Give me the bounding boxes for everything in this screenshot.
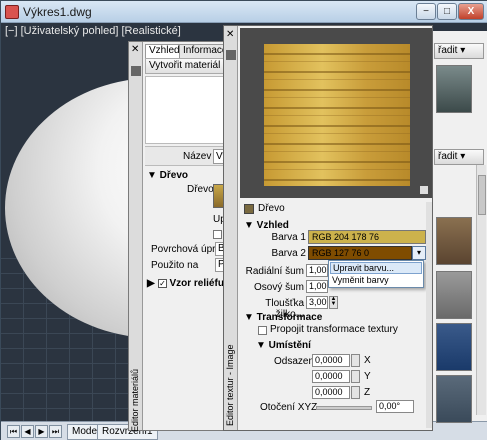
section-placement[interactable]: ▼ Umístění <box>256 340 311 351</box>
resize-grip-icon[interactable] <box>420 186 428 194</box>
close-button[interactable]: X <box>458 3 484 20</box>
material-thumbnail[interactable] <box>436 323 472 371</box>
offset-z-input[interactable]: 0,0000 <box>312 386 350 399</box>
material-browser-panel: řadit ▾ řadit ▾ <box>431 31 487 423</box>
previous-layout-button[interactable]: ◀ <box>21 425 34 438</box>
radial-noise-input[interactable]: 1,00 <box>306 264 328 277</box>
color1-field[interactable]: RGB 204 178 76 <box>308 230 426 244</box>
radial-noise-label: Radiální šum <box>245 266 304 277</box>
stepper-icon[interactable]: ▲ ▼ <box>329 296 338 309</box>
material-thumbnail[interactable] <box>436 271 472 319</box>
rotation-slider[interactable] <box>316 406 372 410</box>
title-bar: Výkres1.dwg − □ X <box>1 1 487 23</box>
section-transform[interactable]: ▼ Transformace <box>244 312 322 323</box>
panel-title: Editor textur - Image <box>225 344 235 426</box>
app-icon <box>5 5 19 19</box>
maximize-button[interactable]: □ <box>437 3 457 20</box>
last-layout-button[interactable]: ⏭ <box>49 425 62 438</box>
material-editor-panel: ✕ Editor materiálů Vzhled Informace Vytv… <box>128 41 238 432</box>
panel-sidebar: ✕ Editor textur - Image <box>224 26 238 430</box>
material-thumbnail[interactable] <box>436 65 472 113</box>
relief-label: Vzor reliéfu <box>169 278 224 289</box>
axis-z-label: Z <box>364 387 371 398</box>
axis-x-label: X <box>364 355 371 366</box>
rotation-label: Otočení XYZ <box>260 402 318 413</box>
next-layout-button[interactable]: ▶ <box>35 425 48 438</box>
stepper-icon[interactable] <box>351 370 360 383</box>
menu-item-swap-colors[interactable]: Vyměnit barvy <box>330 275 422 287</box>
section-wood[interactable]: ▼ Dřevo <box>147 170 188 181</box>
panel-sidebar: ✕ Editor materiálů <box>129 42 143 432</box>
name-label: Název <box>183 151 212 162</box>
library-sort-dropdown[interactable]: řadit ▾ <box>434 149 484 165</box>
properties-icon[interactable] <box>131 66 141 76</box>
browser-scrollbar[interactable] <box>476 165 486 415</box>
surface-label: Povrchová úpr... <box>151 244 224 255</box>
chevron-down-icon[interactable]: ▾ <box>412 246 426 260</box>
main-window: Výkres1.dwg − □ X [−] [Uživatelský pohle… <box>0 0 487 440</box>
close-icon[interactable]: ✕ <box>226 29 234 40</box>
axis-y-label: Y <box>364 371 371 382</box>
wood-label: Dřevo <box>187 184 214 195</box>
viewport-label[interactable]: [−] [Uživatelský pohled] [Realistické] <box>5 25 181 37</box>
color2-label: Barva 2 <box>271 248 306 259</box>
texture-name: Dřevo <box>258 203 285 214</box>
tab-appearance[interactable]: Vzhled <box>145 44 184 58</box>
stepper-icon[interactable] <box>351 386 360 399</box>
grain-thickness-input[interactable]: 3,00 <box>306 296 328 309</box>
panel-scrollbar[interactable] <box>426 202 432 428</box>
texture-editor-panel: ✕ Editor textur - Image Dřevo ▼ Vzhled B… <box>223 25 433 431</box>
offset-x-input[interactable]: 0,0000 <box>312 354 350 367</box>
option-checkbox[interactable] <box>213 230 222 239</box>
material-thumbnail[interactable] <box>436 217 472 265</box>
menu-item-edit-color[interactable]: Upravit barvu... <box>330 262 422 274</box>
window-title: Výkres1.dwg <box>23 5 92 19</box>
stepper-icon[interactable] <box>351 354 360 367</box>
link-transform-checkbox[interactable] <box>258 326 267 335</box>
properties-icon[interactable] <box>226 50 236 60</box>
minimize-button[interactable]: − <box>416 3 436 20</box>
rotation-input[interactable]: 0,00° <box>376 400 414 413</box>
close-icon[interactable]: ✕ <box>131 44 139 55</box>
panel-title: Editor materiálů <box>130 368 140 432</box>
relief-checkbox[interactable]: ✓ <box>158 279 167 288</box>
material-thumbnail[interactable] <box>436 375 472 423</box>
scrollbar-thumb[interactable] <box>478 175 486 215</box>
section-appearance[interactable]: ▼ Vzhled <box>244 220 289 231</box>
color-context-menu: Upravit barvu... Vyměnit barvy <box>328 260 424 288</box>
color1-label: Barva 1 <box>271 232 306 243</box>
wood-texture-image <box>264 44 410 186</box>
axial-noise-label: Osový šum <box>253 282 304 293</box>
color2-field[interactable]: RGB 127 76 0 <box>308 246 412 260</box>
browser-sort-dropdown[interactable]: řadit ▾ <box>434 43 484 59</box>
first-layout-button[interactable]: ⏮ <box>7 425 20 438</box>
offset-y-input[interactable]: 0,0000 <box>312 370 350 383</box>
use-label: Použito na <box>151 260 199 271</box>
link-transform-label: Propojit transformace textury <box>270 324 398 335</box>
offset-label: Odsazení <box>274 356 317 367</box>
texture-icon <box>244 204 254 214</box>
axial-noise-input[interactable]: 1,00 <box>306 280 328 293</box>
